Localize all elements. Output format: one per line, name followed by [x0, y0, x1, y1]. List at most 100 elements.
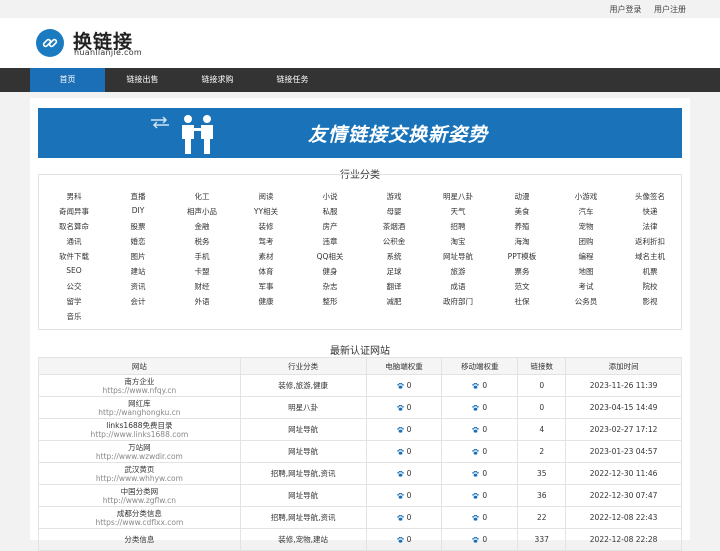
category-link[interactable]: 翻译 [364, 281, 424, 292]
category-link[interactable]: 建站 [108, 266, 168, 277]
category-link[interactable]: 会计 [108, 296, 168, 307]
site-name[interactable]: 中国分类网 [39, 487, 240, 496]
category-link[interactable]: 小游戏 [556, 191, 616, 202]
register-link[interactable]: 用户注册 [654, 5, 686, 14]
category-link[interactable]: 公积金 [364, 236, 424, 247]
category-link[interactable]: 网址导航 [428, 251, 488, 262]
category-link[interactable]: 驾考 [236, 236, 296, 247]
category-link[interactable]: 淘宝 [428, 236, 488, 247]
login-link[interactable]: 用户登录 [609, 5, 641, 14]
category-link[interactable]: 快递 [620, 206, 680, 217]
nav-link-task[interactable]: 链接任务 [255, 68, 330, 92]
site-name[interactable]: 万站网 [39, 443, 240, 452]
category-link[interactable]: 素材 [236, 251, 296, 262]
category-link[interactable]: 头像签名 [620, 191, 680, 202]
category-link[interactable]: 影视 [620, 296, 680, 307]
category-link[interactable]: 足球 [364, 266, 424, 277]
category-link[interactable]: 编程 [556, 251, 616, 262]
category-link[interactable]: 取名算命 [44, 221, 104, 232]
category-link[interactable]: PPT模板 [492, 251, 552, 262]
category-link[interactable]: 整形 [300, 296, 360, 307]
category-link[interactable]: SEO [44, 266, 104, 275]
category-link[interactable]: 宠物 [556, 221, 616, 232]
category-link[interactable]: 金融 [172, 221, 232, 232]
banner[interactable]: 友情链接交换新姿势 [38, 108, 682, 158]
category-link[interactable]: 外语 [172, 296, 232, 307]
category-link[interactable]: 音乐 [44, 311, 104, 322]
category-link[interactable]: 返利折扣 [620, 236, 680, 247]
site-name[interactable]: links1688免费目录 [39, 421, 240, 430]
category-link[interactable]: 域名主机 [620, 251, 680, 262]
category-link[interactable]: 系统 [364, 251, 424, 262]
category-link[interactable]: DIY [108, 206, 168, 215]
category-link[interactable]: 卡盟 [172, 266, 232, 277]
category-link[interactable]: 公务员 [556, 296, 616, 307]
site-url[interactable]: http://www.zgflw.cn [39, 496, 240, 505]
category-link[interactable]: 图片 [108, 251, 168, 262]
category-link[interactable]: 阅读 [236, 191, 296, 202]
site-name[interactable]: 网红库 [39, 399, 240, 408]
category-link[interactable]: 直播 [108, 191, 168, 202]
category-link[interactable]: 旅游 [428, 266, 488, 277]
category-link[interactable]: 体育 [236, 266, 296, 277]
category-link[interactable]: 养殖 [492, 221, 552, 232]
category-link[interactable]: 私服 [300, 206, 360, 217]
category-link[interactable]: 海淘 [492, 236, 552, 247]
category-link[interactable]: 汽车 [556, 206, 616, 217]
category-link[interactable]: 票务 [492, 266, 552, 277]
category-link[interactable]: 财经 [172, 281, 232, 292]
category-link[interactable]: QQ相关 [300, 251, 360, 262]
category-link[interactable]: 天气 [428, 206, 488, 217]
site-name[interactable]: 南方企业 [39, 377, 240, 386]
category-link[interactable]: 明星八卦 [428, 191, 488, 202]
category-link[interactable]: 婚恋 [108, 236, 168, 247]
category-link[interactable]: 社保 [492, 296, 552, 307]
nav-link-sell[interactable]: 链接出售 [105, 68, 180, 92]
category-link[interactable]: 税务 [172, 236, 232, 247]
category-link[interactable]: 杂志 [300, 281, 360, 292]
category-link[interactable]: 政府部门 [428, 296, 488, 307]
nav-home[interactable]: 首页 [30, 68, 105, 92]
category-link[interactable]: 院校 [620, 281, 680, 292]
category-link[interactable]: 考试 [556, 281, 616, 292]
category-link[interactable]: 房产 [300, 221, 360, 232]
site-url[interactable]: http://www.wzwdir.com [39, 452, 240, 461]
category-link[interactable]: 违章 [300, 236, 360, 247]
category-link[interactable]: 招聘 [428, 221, 488, 232]
category-link[interactable]: 机票 [620, 266, 680, 277]
site-url[interactable]: https://www.nfqy.cn [39, 386, 240, 395]
category-link[interactable]: 公交 [44, 281, 104, 292]
category-link[interactable]: 手机 [172, 251, 232, 262]
category-link[interactable]: YY相关 [236, 206, 296, 217]
site-name[interactable]: 武汉黄页 [39, 465, 240, 474]
category-link[interactable]: 股票 [108, 221, 168, 232]
category-link[interactable]: 动漫 [492, 191, 552, 202]
category-link[interactable]: 游戏 [364, 191, 424, 202]
category-link[interactable]: 小说 [300, 191, 360, 202]
category-link[interactable]: 成语 [428, 281, 488, 292]
site-url[interactable]: http://www.whhyw.com [39, 474, 240, 483]
category-link[interactable]: 团购 [556, 236, 616, 247]
category-link[interactable]: 健康 [236, 296, 296, 307]
nav-link-buy[interactable]: 链接求购 [180, 68, 255, 92]
category-link[interactable]: 茶烟酒 [364, 221, 424, 232]
category-link[interactable]: 减肥 [364, 296, 424, 307]
category-link[interactable]: 健身 [300, 266, 360, 277]
category-link[interactable]: 通讯 [44, 236, 104, 247]
category-link[interactable]: 法律 [620, 221, 680, 232]
category-link[interactable]: 装修 [236, 221, 296, 232]
category-link[interactable]: 男科 [44, 191, 104, 202]
site-url[interactable]: http://www.links1688.com [39, 430, 240, 439]
category-link[interactable]: 软件下载 [44, 251, 104, 262]
category-link[interactable]: 相声小品 [172, 206, 232, 217]
category-link[interactable]: 留学 [44, 296, 104, 307]
category-link[interactable]: 地图 [556, 266, 616, 277]
category-link[interactable]: 军事 [236, 281, 296, 292]
category-link[interactable]: 范文 [492, 281, 552, 292]
site-url[interactable]: http://wanghongku.cn [39, 408, 240, 417]
site-name[interactable]: 成都分类信息 [39, 509, 240, 518]
category-link[interactable]: 美食 [492, 206, 552, 217]
logo-link-icon[interactable] [36, 29, 64, 57]
category-link[interactable]: 化工 [172, 191, 232, 202]
category-link[interactable]: 母婴 [364, 206, 424, 217]
